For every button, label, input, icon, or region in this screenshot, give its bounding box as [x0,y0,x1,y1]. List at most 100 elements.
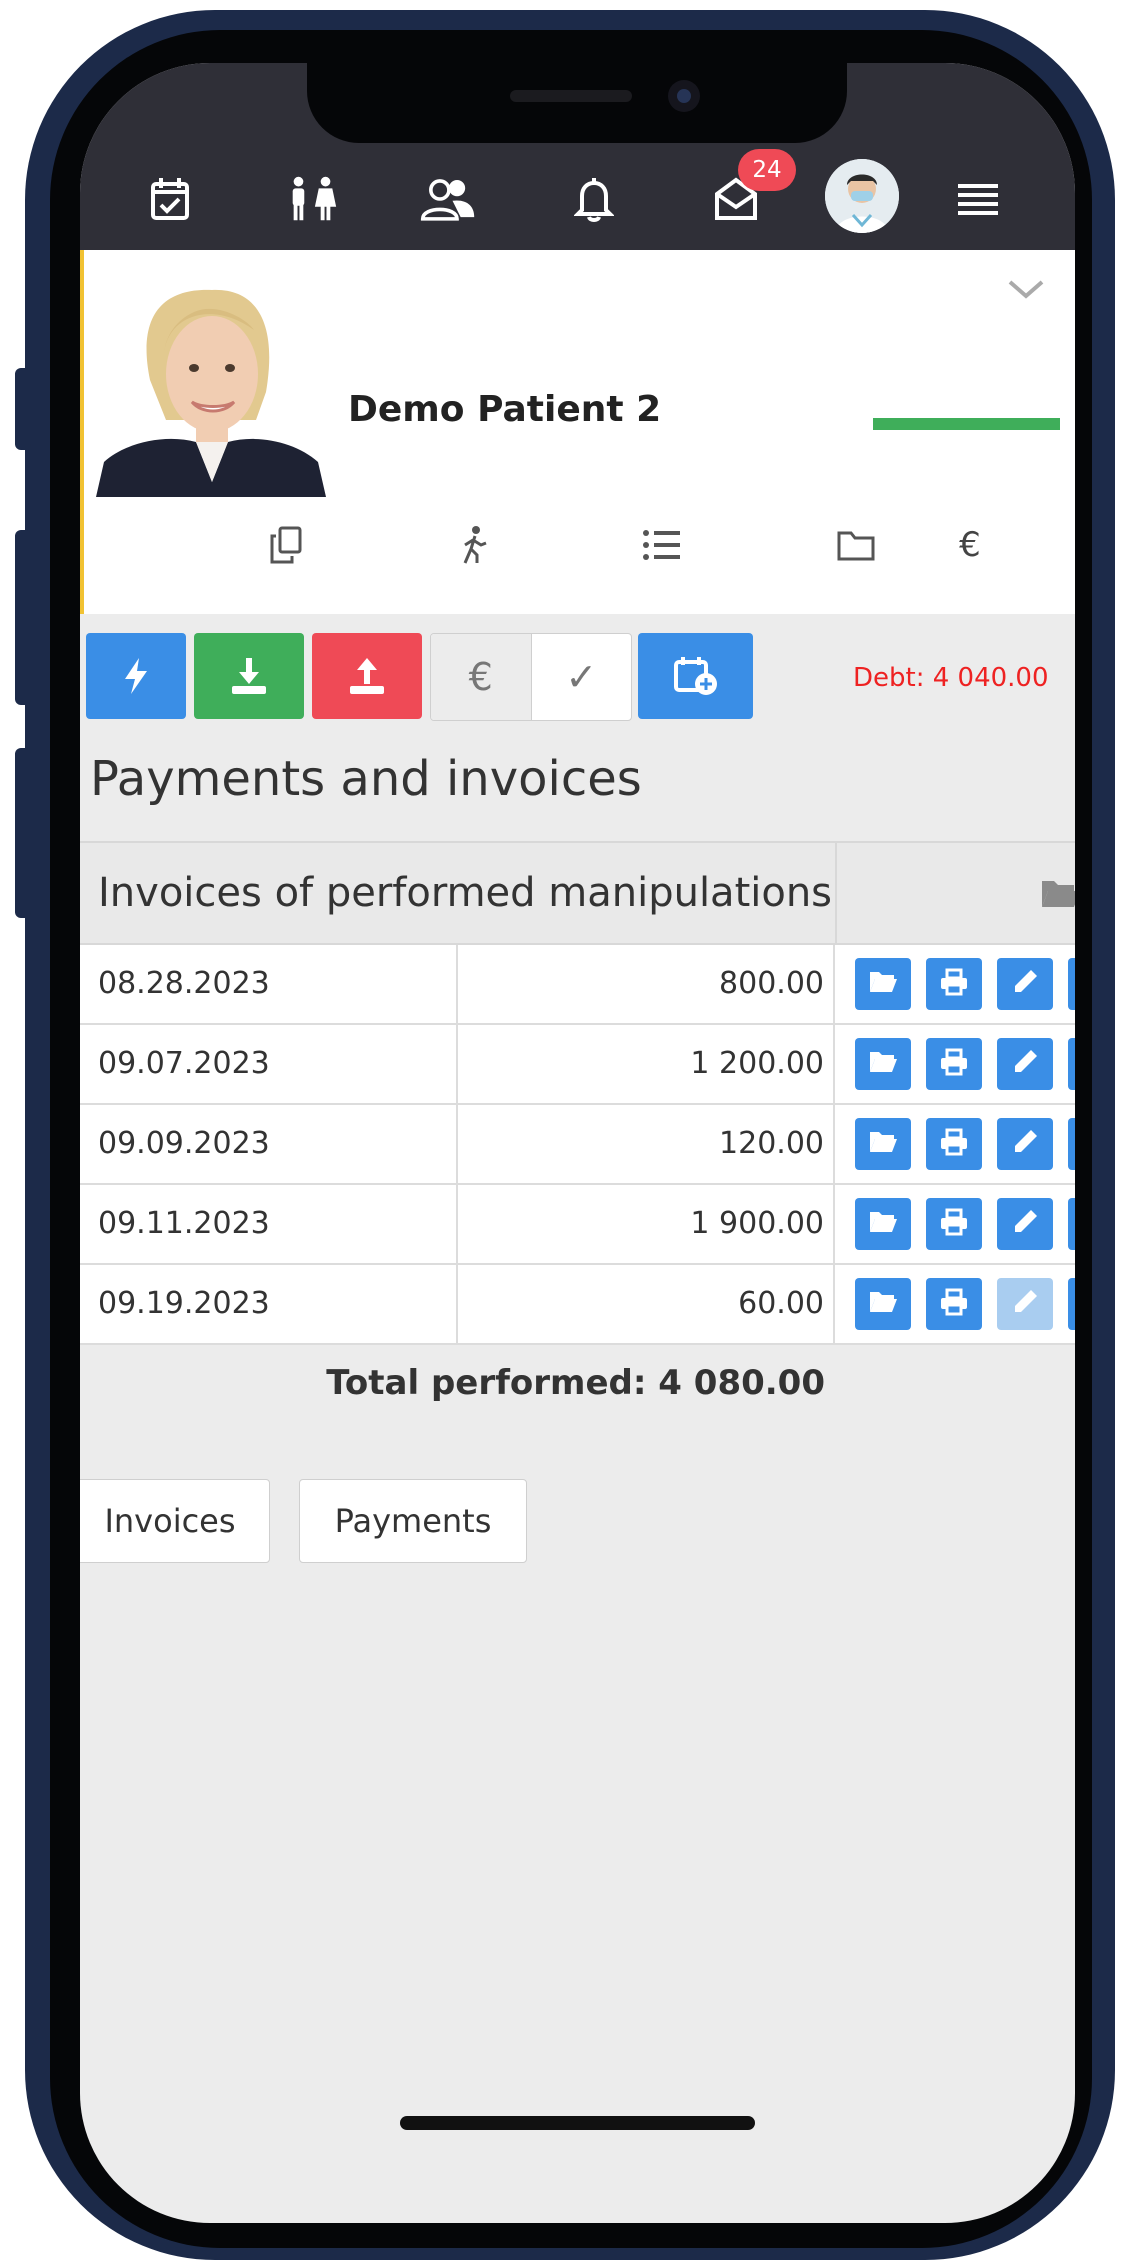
pencil-icon [1011,968,1039,1000]
phone-side-button [15,530,31,705]
check-toggle-button[interactable]: ✓ [530,634,632,720]
phone-screen: 24 Demo Patient 2 € € ✓ Debt: 4 040.00 P… [80,63,1075,2223]
menu-icon[interactable] [950,171,1006,227]
open-invoice-button[interactable] [855,1118,911,1170]
messages-badge: 24 [738,149,796,191]
more-actions-button[interactable] [1068,1278,1075,1330]
print-invoice-button[interactable] [926,1198,982,1250]
patients-icon[interactable] [284,171,340,227]
calendar-plus-icon [673,657,717,695]
divider [456,945,458,1023]
debt-amount: Debt: 4 040.00 [853,663,1049,693]
invoice-date: 09.19.2023 [98,1286,270,1321]
divider [456,1265,458,1343]
more-actions-button[interactable] [1068,958,1075,1010]
folder-open-icon [868,1049,898,1079]
tab-copy[interactable] [196,515,376,575]
divider [833,945,835,1023]
edit-invoice-button[interactable] [997,958,1053,1010]
chevron-down-icon[interactable] [1006,278,1046,306]
divider [833,1185,835,1263]
users-icon[interactable] [420,171,476,227]
table-header-title: Invoices of performed manipulations [98,870,833,916]
pencil-icon [1011,1128,1039,1160]
edit-invoice-button[interactable] [997,1118,1053,1170]
invoices-table-header: Invoices of performed manipulations [80,841,1075,945]
download-button[interactable] [194,633,304,719]
folder-open-icon [868,1209,898,1239]
print-icon [939,1288,969,1320]
more-actions-button[interactable] [1068,1198,1075,1250]
bell-icon[interactable] [566,171,622,227]
tab-euro[interactable]: € [880,515,1060,575]
divider [456,1025,458,1103]
home-indicator[interactable] [400,2116,755,2130]
tab-walking[interactable] [384,515,564,575]
user-avatar[interactable] [825,159,899,233]
print-invoice-button[interactable] [926,1118,982,1170]
divider [456,1105,458,1183]
tab-list[interactable] [572,515,752,575]
pencil-icon [1011,1208,1039,1240]
phone-camera [668,80,700,112]
invoice-amount: 800.00 [719,966,824,1001]
print-icon [939,1208,969,1240]
phone-side-button [15,748,31,918]
open-invoice-button[interactable] [855,1038,911,1090]
add-appointment-button[interactable] [638,633,753,719]
total-performed: Total performed: 4 080.00 [326,1363,825,1403]
print-invoice-button[interactable] [926,958,982,1010]
table-row: 09.11.2023 1 900.00 [80,1185,1075,1265]
open-invoice-button[interactable] [855,958,911,1010]
phone-speaker [510,90,632,102]
more-actions-button[interactable] [1068,1118,1075,1170]
table-row: 09.09.2023 120.00 [80,1105,1075,1185]
folder-open-icon [868,1289,898,1319]
patient-name: Demo Patient 2 [348,389,662,430]
invoice-date: 09.09.2023 [98,1126,270,1161]
edit-invoice-button[interactable] [997,1038,1053,1090]
page-title: Payments and invoices [90,751,642,807]
euro-icon: € [959,525,981,565]
quick-action-button[interactable] [86,633,186,719]
open-invoice-button[interactable] [855,1198,911,1250]
phone-notch [307,63,847,143]
calendar-check-icon[interactable] [142,171,198,227]
table-row: 09.07.2023 1 200.00 [80,1025,1075,1105]
invoice-date: 08.28.2023 [98,966,270,1001]
invoice-date: 09.07.2023 [98,1046,270,1081]
pencil-icon [1011,1288,1039,1320]
invoice-amount: 1 900.00 [690,1206,824,1241]
phone-side-button [15,368,31,450]
table-row: 09.19.2023 60.00 [80,1265,1075,1345]
bolt-icon [125,658,147,694]
edit-invoice-button[interactable] [997,1278,1053,1330]
invoice-date: 09.11.2023 [98,1206,270,1241]
patient-card: Demo Patient 2 € [80,250,1075,614]
invoice-amount: 120.00 [719,1126,824,1161]
divider [833,1265,835,1343]
folder-open-icon [1040,877,1075,913]
euro-toggle-button[interactable]: € [431,634,531,720]
invoice-amount: 1 200.00 [690,1046,824,1081]
invoice-amount: 60.00 [738,1286,824,1321]
print-icon [939,1128,969,1160]
more-actions-button[interactable] [1068,1038,1075,1090]
upload-icon [350,658,384,694]
divider [835,843,837,943]
edit-invoice-button[interactable] [997,1198,1053,1250]
payments-button[interactable]: Payments [299,1479,527,1563]
payment-filter-toggle: € ✓ [430,633,632,721]
upload-button[interactable] [312,633,422,719]
invoices-button[interactable]: Invoices [80,1479,270,1563]
open-invoice-button[interactable] [855,1278,911,1330]
divider [456,1185,458,1263]
patient-photo [96,282,326,497]
print-invoice-button[interactable] [926,1278,982,1330]
table-row: 08.28.2023 800.00 [80,945,1075,1025]
download-icon [232,658,266,694]
active-tab-indicator [873,418,1060,430]
print-icon [939,1048,969,1080]
print-invoice-button[interactable] [926,1038,982,1090]
pencil-icon [1011,1048,1039,1080]
